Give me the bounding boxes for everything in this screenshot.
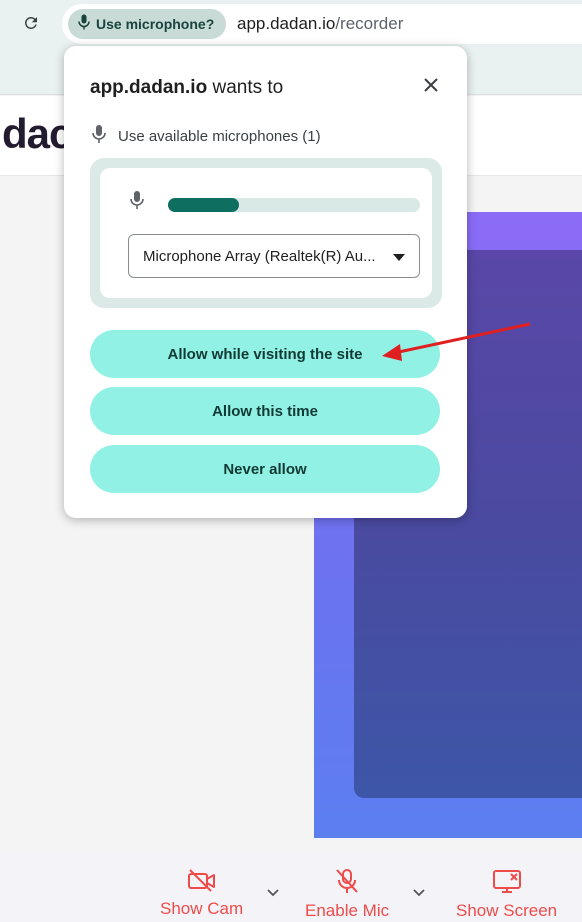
microphone-permission-text: Use available microphones (1) xyxy=(118,128,321,145)
enable-mic-label: Enable Mic xyxy=(305,901,390,920)
show-screen-label: Show Screen xyxy=(456,901,558,920)
url-path: /recorder xyxy=(335,14,404,33)
microphone-off-icon xyxy=(334,868,360,899)
device-panel-inner: Microphone Array (Realtek(R) Au... xyxy=(100,168,432,298)
microphone-icon xyxy=(92,124,106,149)
microphone-icon xyxy=(130,190,144,215)
microphone-device-select[interactable]: Microphone Array (Realtek(R) Au... xyxy=(128,234,420,278)
permission-chip-label: Use microphone? xyxy=(96,16,215,32)
dialog-title: app.dadan.io wants to xyxy=(90,77,283,99)
dialog-title-site: app.dadan.io xyxy=(90,77,208,98)
microphone-permission-dialog: app.dadan.io wants to Use available micr… xyxy=(64,46,467,518)
url-text[interactable]: app.dadan.io/recorder xyxy=(237,14,403,34)
chevron-down-icon[interactable] xyxy=(410,884,428,902)
input-level-fill xyxy=(168,198,239,212)
microphone-device-panel: Microphone Array (Realtek(R) Au... xyxy=(90,158,442,308)
microphone-icon xyxy=(78,14,90,35)
allow-this-time-button[interactable]: Allow this time xyxy=(90,387,440,435)
recorder-toolbar: Show Cam Enable Mic Show Screen xyxy=(0,850,582,922)
enable-mic-button[interactable]: Enable Mic xyxy=(305,868,389,921)
annotation-arrow-icon xyxy=(382,322,531,361)
dialog-title-rest: wants to xyxy=(207,77,284,98)
input-level-meter xyxy=(168,198,420,212)
camera-off-icon xyxy=(187,868,217,897)
url-host: app.dadan.io xyxy=(237,14,336,33)
screen-share-off-icon xyxy=(492,868,522,899)
show-screen-button[interactable]: Show Screen xyxy=(456,868,557,921)
never-allow-button[interactable]: Never allow xyxy=(90,445,440,493)
microphone-permission-chip[interactable]: Use microphone? xyxy=(68,9,227,39)
close-icon[interactable] xyxy=(420,74,442,96)
address-bar[interactable]: Use microphone? app.dadan.io/recorder xyxy=(62,4,582,44)
reload-icon[interactable] xyxy=(18,10,44,36)
dropdown-caret-icon xyxy=(393,254,405,261)
microphone-permission-row: Use available microphones (1) xyxy=(92,124,321,149)
show-cam-label: Show Cam xyxy=(160,899,244,918)
selected-device: Microphone Array (Realtek(R) Au... xyxy=(143,247,376,265)
show-cam-button[interactable]: Show Cam xyxy=(160,868,243,919)
logo: dac xyxy=(2,110,72,157)
chevron-down-icon[interactable] xyxy=(264,884,282,902)
